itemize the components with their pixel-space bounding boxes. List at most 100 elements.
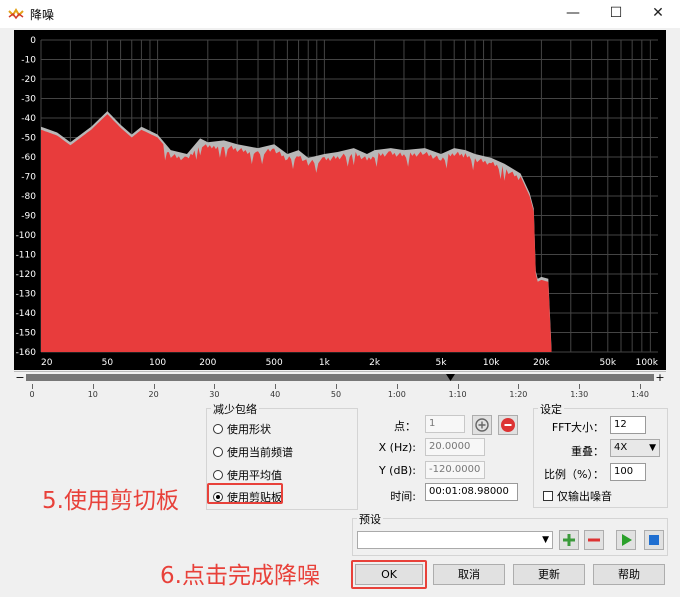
y-tick-label: -140 (16, 309, 37, 319)
noise-only-label: 仅输出噪音 (557, 490, 612, 503)
radio-dot[interactable] (213, 447, 223, 457)
radio-dot[interactable] (213, 470, 223, 480)
help-button[interactable]: 帮助 (593, 564, 665, 585)
fft-size-label: FFT大小： (551, 421, 604, 434)
radio-label: 使用平均值 (227, 469, 282, 482)
noise-only-checkbox[interactable]: 仅输出噪音 (543, 488, 612, 504)
y-tick-label: -90 (21, 212, 36, 222)
y-tick-label: -100 (16, 231, 37, 241)
timeline-label: 1:00 (387, 390, 406, 399)
delete-point-icon (501, 418, 515, 432)
timeline-tick (457, 384, 459, 389)
y-tick-label: -10 (21, 56, 36, 66)
radio-use-current-spectrum[interactable]: 使用当前频谱 (213, 444, 293, 460)
y-tick-label: 0 (30, 36, 36, 46)
radio-label: 使用形状 (227, 423, 271, 436)
time-field[interactable]: 00:01:08.98000 (425, 483, 518, 501)
x-hz-field[interactable]: 20.0000 (425, 438, 485, 456)
maximize-button[interactable]: ☐ (596, 0, 636, 26)
x-tick-label: 50k (599, 358, 616, 368)
stop-icon (649, 535, 659, 545)
y-tick-label: -40 (21, 114, 36, 124)
timeline-tick (336, 384, 337, 389)
timeline-label: 30 (209, 390, 220, 399)
playhead-marker-icon[interactable] (446, 374, 455, 382)
point-label: 点： (394, 420, 416, 433)
timeline-tick (396, 384, 398, 389)
x-hz-label: X (Hz): (378, 441, 416, 454)
timeline-label: 10 (87, 390, 98, 399)
timeline-tick (153, 384, 155, 389)
radio-label: 使用当前频谱 (227, 446, 293, 459)
y-tick-label: -30 (21, 95, 36, 105)
timeline-label: 1:20 (509, 390, 528, 399)
timeline-tick (32, 384, 33, 389)
chevron-down-icon: ▼ (542, 535, 549, 545)
x-tick-label: 50 (102, 358, 114, 368)
delete-point-button[interactable] (498, 415, 518, 435)
x-tick-label: 20 (41, 358, 53, 368)
y-db-field[interactable]: -120.0000 (425, 461, 485, 479)
y-tick-label: -60 (21, 153, 36, 163)
ratio-field[interactable]: 100 (610, 463, 646, 481)
preset-select[interactable]: ▼ (357, 531, 553, 549)
y-db-label: Y (dB): (378, 464, 416, 477)
x-tick-label: 100 (149, 358, 166, 368)
cancel-button[interactable]: 取消 (433, 564, 505, 585)
y-tick-label: -50 (21, 134, 36, 144)
remove-preset-button[interactable] (584, 530, 604, 550)
y-tick-label: -150 (16, 329, 37, 339)
envelope-group-title: 减少包络 (211, 401, 259, 417)
y-tick-label: -20 (21, 75, 36, 85)
noise-reduction-dialog: 降噪 — ☐ ✕ 0 -10 -20 -30 -40 -50 -60 -70 -80 -90 -10… (0, 0, 680, 597)
horizontal-scrollbar[interactable]: − + (14, 371, 666, 384)
timeline-label: 40 (270, 390, 281, 399)
timeline-tick (579, 384, 581, 389)
x-tick-label: 1k (319, 358, 331, 368)
timeline-tick (275, 384, 277, 389)
radio-use-shape[interactable]: 使用形状 (213, 421, 271, 437)
timeline-label: 1:30 (570, 390, 589, 399)
settings-group-title: 设定 (538, 401, 564, 417)
highlight-box-ok (351, 560, 427, 589)
stop-button[interactable] (644, 530, 664, 550)
spectrum-plot[interactable]: 0 -10 -20 -30 -40 -50 -60 -70 -80 -90 -100 -110 -120… (14, 30, 666, 370)
radio-dot[interactable] (213, 424, 223, 434)
annotation-step-5: 5.使用剪切板 (42, 488, 179, 514)
overlap-label: 重叠： (571, 445, 604, 458)
x-tick-label: 100k (636, 358, 659, 368)
zoom-out-button[interactable]: − (14, 372, 26, 384)
x-tick-label: 5k (436, 358, 448, 368)
x-tick-label: 500 (266, 358, 283, 368)
timeline-label: 1:10 (448, 390, 467, 399)
checkbox-box[interactable] (543, 491, 553, 501)
y-tick-label: -70 (21, 173, 36, 183)
radio-use-average[interactable]: 使用平均值 (213, 467, 282, 483)
add-preset-button[interactable] (559, 530, 579, 550)
fft-size-field[interactable]: 12 (610, 416, 646, 434)
spectrum-chart[interactable]: 0 -10 -20 -30 -40 -50 -60 -70 -80 -90 -100 -110 -120… (14, 30, 666, 370)
add-point-icon (475, 418, 489, 432)
minimize-button[interactable]: — (553, 0, 593, 26)
annotation-step-6: 6.点击完成降噪 (160, 563, 320, 589)
chevron-down-icon: ▼ (649, 443, 656, 453)
overlap-select[interactable]: 4X ▼ (610, 439, 660, 457)
scrollbar-track[interactable] (26, 374, 654, 381)
update-button[interactable]: 更新 (513, 564, 585, 585)
y-tick-label: -130 (16, 290, 37, 300)
y-tick-label: -110 (16, 251, 37, 261)
point-field[interactable]: 1 (425, 415, 465, 433)
timeline-ruler: 0 10 20 30 40 50 1:00 1:10 1:20 1:30 1:40 (14, 384, 666, 404)
title-bar: 降噪 — ☐ ✕ (0, 0, 680, 28)
zoom-in-button[interactable]: + (654, 372, 666, 384)
y-tick-label: -80 (21, 192, 36, 202)
timeline-tick (518, 384, 520, 389)
close-button[interactable]: ✕ (638, 0, 678, 26)
timeline-tick (92, 384, 94, 389)
timeline-label: 50 (330, 390, 342, 399)
ratio-label: 比例（%）： (544, 468, 604, 481)
play-button[interactable] (616, 530, 636, 550)
timeline-tick (640, 384, 641, 389)
add-point-button[interactable] (472, 415, 492, 435)
time-label: 时间: (390, 490, 416, 503)
